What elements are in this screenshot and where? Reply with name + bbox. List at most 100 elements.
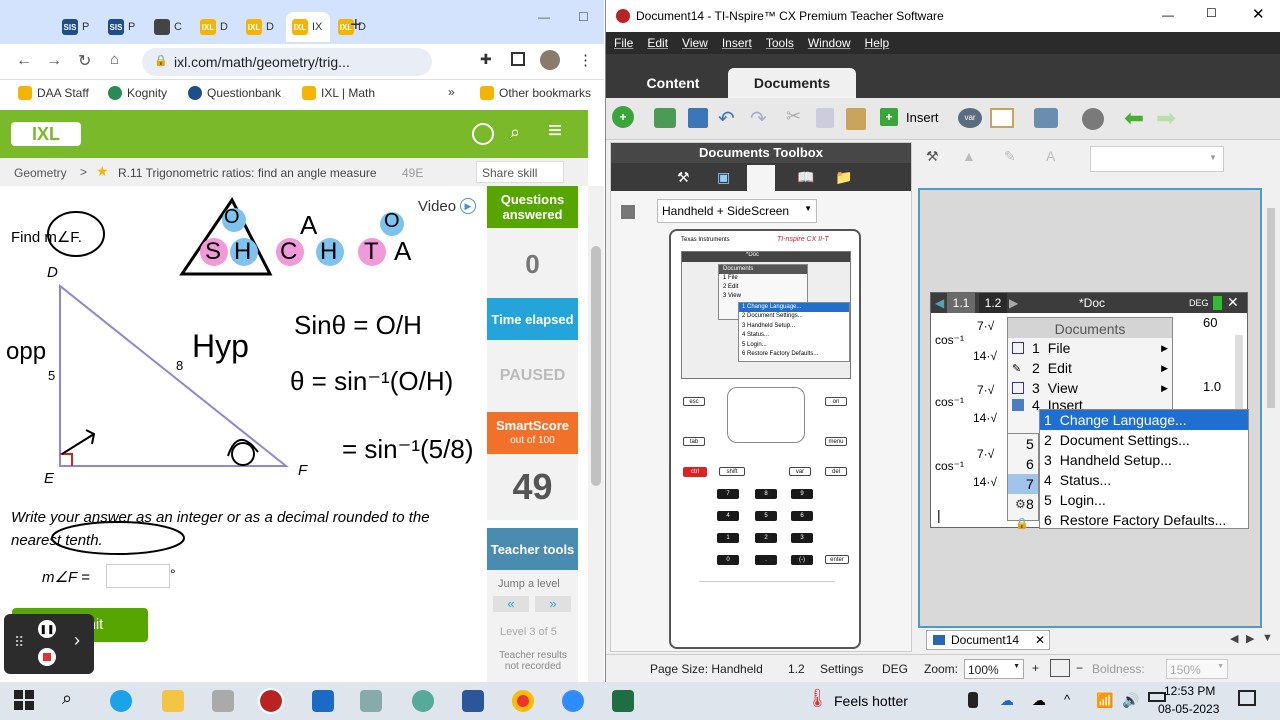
search-icon[interactable]: ⌕ (510, 122, 520, 143)
menu-help[interactable]: Help (865, 36, 890, 50)
screenshot-icon[interactable] (1034, 108, 1058, 128)
submenu-status[interactable]: 4 Status... (1040, 470, 1248, 490)
maximize-icon[interactable]: ☐ (1206, 6, 1217, 20)
save-icon[interactable] (688, 108, 708, 128)
word-icon[interactable] (462, 690, 484, 712)
chrome-icon[interactable] (512, 690, 534, 712)
key-4[interactable]: 4 (717, 511, 739, 521)
calc-submenu-item[interactable]: 3 Handheld Setup... (739, 322, 849, 331)
submenu-restore-defaults[interactable]: 6 Restore Factory Defaults... (1040, 510, 1248, 530)
edge-icon[interactable] (110, 690, 132, 712)
close-icon[interactable]: ✕ (1252, 5, 1265, 23)
calc-menu-item[interactable]: 2 Edit (719, 283, 807, 292)
menu-tools[interactable]: Tools (766, 36, 794, 50)
tab-scroll-left-icon[interactable]: ◀ (1230, 632, 1238, 645)
key-6[interactable]: 6 (791, 511, 813, 521)
key-on[interactable]: on (825, 397, 847, 406)
calc-submenu-item[interactable]: 5 Login... (739, 341, 849, 350)
sidepanel-icon[interactable] (511, 52, 525, 66)
tab-scroll-right-icon[interactable]: ▶ (1246, 632, 1254, 645)
reload-icon[interactable]: ↻ (78, 51, 91, 71)
calc-menu-item[interactable]: 1 File (719, 274, 807, 283)
close-icon[interactable]: ✕ (1227, 294, 1239, 311)
key-1[interactable]: 1 (717, 533, 739, 543)
previous-page-icon[interactable]: ⬅ (1124, 104, 1144, 133)
redo-icon[interactable]: ↷ (750, 106, 767, 131)
calculator-alpha-keys[interactable] (699, 581, 835, 635)
forward-icon[interactable]: → (46, 52, 62, 70)
page-tab-1-2[interactable]: 1.2 (979, 293, 1007, 313)
new-document-icon[interactable]: + (612, 106, 634, 128)
handheld-screen-view[interactable]: ◀ 1.1 1.2 ▶ *Doc DEG ✕ cos⁻¹ 7·√ 14·√ co… (930, 292, 1249, 530)
bookmark-ixl[interactable]: IXL | Math (302, 86, 375, 100)
font-select[interactable]: ▼ (1090, 146, 1224, 172)
next-page-arrow-icon[interactable]: ▶ (1009, 296, 1018, 310)
submenu-handheld-setup[interactable]: 3 Handheld Setup... (1040, 450, 1248, 470)
key-esc[interactable]: esc (683, 397, 705, 406)
scrollbar-thumb[interactable] (591, 246, 601, 486)
doc-menu-view[interactable]: 3 View ▶ (1008, 378, 1172, 398)
browser-tab[interactable]: C (148, 12, 192, 42)
document-tab[interactable]: Document14 ✕ (926, 630, 1050, 650)
page-size-status[interactable]: Page Size: Handheld (650, 662, 763, 676)
calc-submenu-item[interactable]: 6 Restore Factory Defaults... (739, 350, 849, 359)
back-icon[interactable]: ← (16, 52, 32, 70)
key-negative[interactable]: (-) (791, 555, 813, 565)
key-decimal[interactable]: . (755, 555, 777, 565)
paint-icon[interactable] (412, 690, 434, 712)
chevron-up-icon[interactable]: ^ (1064, 692, 1070, 707)
level-next-button[interactable]: » (535, 596, 571, 612)
snipping-tool-icon[interactable] (212, 690, 234, 712)
angle-status[interactable]: DEG (882, 662, 908, 676)
tools-icon[interactable]: ⚒ (677, 169, 690, 186)
scrollbar-thumb[interactable] (1267, 208, 1275, 408)
bookmark-kognity[interactable]: Kognity (108, 86, 167, 100)
menu-file[interactable]: File (614, 36, 633, 50)
open-icon[interactable] (654, 108, 676, 128)
browser-tab[interactable]: IXL D (194, 12, 238, 42)
key-9[interactable]: 9 (791, 489, 813, 499)
onedrive-icon[interactable]: ☁ (1000, 692, 1014, 709)
home-icon[interactable]: ⌂ (110, 51, 119, 68)
key-5[interactable]: 5 (755, 511, 777, 521)
key-ctrl[interactable]: ctrl (683, 467, 707, 477)
page-sorter-icon[interactable]: ▣ (717, 169, 730, 186)
content-explorer-icon[interactable]: 📁 (835, 169, 852, 186)
insert-button[interactable]: Insert (906, 110, 939, 125)
page-scrollbar[interactable] (588, 186, 604, 682)
utilities-icon[interactable]: 📖 (797, 169, 814, 186)
clock-time[interactable]: 12:53 PM (1164, 684, 1215, 698)
calc-submenu-item[interactable]: 2 Document Settings... (739, 312, 849, 321)
teacher-tools-button[interactable]: Teacher tools (487, 528, 578, 570)
submenu-login[interactable]: 5 Login... (1040, 490, 1248, 510)
stop-icon[interactable] (38, 648, 56, 666)
page-layout-icon[interactable] (990, 108, 1014, 128)
chevron-right-icon[interactable]: › (74, 630, 80, 651)
browser-tab[interactable]: IXL D (240, 12, 284, 42)
browser-tab[interactable]: SIS P (102, 12, 146, 42)
zoom-icon[interactable] (562, 690, 584, 712)
key-del[interactable]: del (825, 467, 847, 476)
text-color-icon[interactable]: A (1046, 148, 1055, 164)
browser-tab[interactable]: IXL IX (286, 12, 330, 42)
undo-icon[interactable]: ↶ (718, 106, 735, 131)
key-enter[interactable]: enter (825, 555, 849, 564)
menu-view[interactable]: View (682, 36, 708, 50)
bookmark-daa[interactable]: DAA Staff (18, 86, 89, 100)
line-color-icon[interactable]: ✎ (1004, 148, 1016, 165)
answer-input[interactable] (106, 564, 170, 588)
key-menu[interactable]: menu (825, 437, 847, 446)
extension-icon[interactable]: ✚ (480, 51, 492, 68)
bookmarks-overflow[interactable]: » (448, 85, 455, 99)
minimize-icon[interactable]: — (538, 10, 550, 24)
tab-content[interactable]: Content (620, 68, 726, 98)
wifi-icon[interactable]: 📶 (1096, 692, 1113, 709)
key-8[interactable]: 8 (755, 489, 777, 499)
calc-submenu-item[interactable]: 1 Change Language... (739, 303, 849, 313)
start-button[interactable] (14, 690, 34, 710)
level-prev-button[interactable]: « (493, 596, 529, 612)
key-shift[interactable]: shift (719, 467, 745, 476)
microphone-icon[interactable] (968, 692, 978, 708)
document-tools-icon[interactable]: ⚒ (926, 148, 939, 165)
ti-nspire-taskbar-icon[interactable] (258, 688, 284, 714)
